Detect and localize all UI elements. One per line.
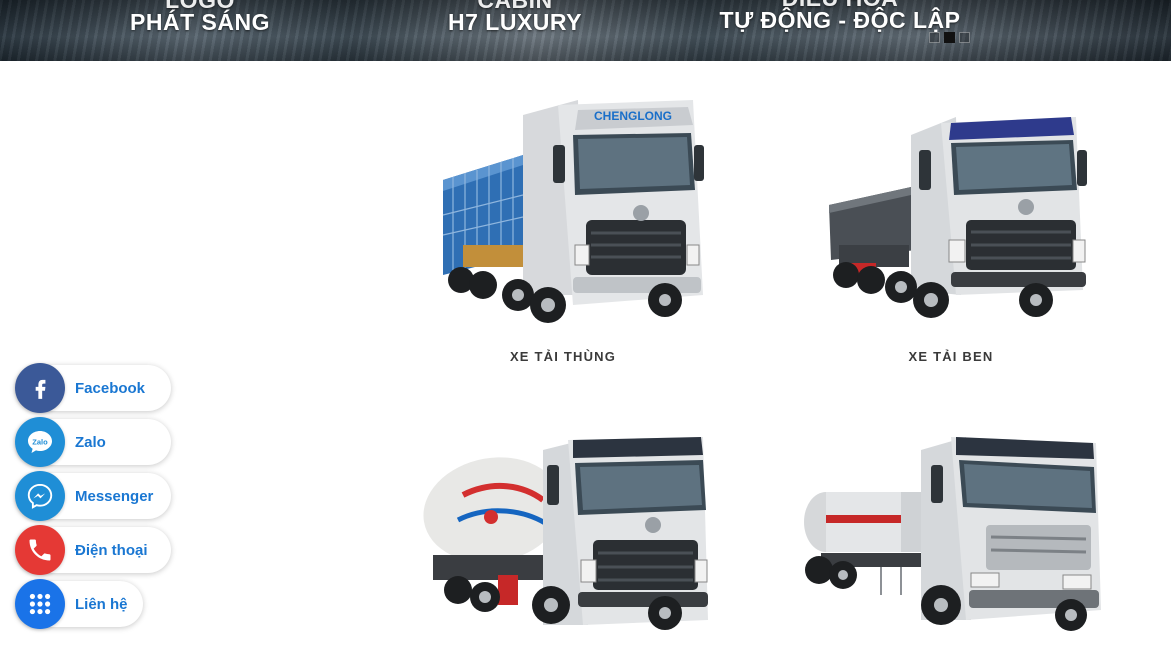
grid-menu-icon[interactable] xyxy=(15,579,65,629)
slider-dot[interactable] xyxy=(959,32,970,43)
zalo-icon[interactable]: Zalo xyxy=(15,417,65,467)
mixer-truck-image[interactable] xyxy=(403,425,723,665)
slider-dots xyxy=(929,32,970,43)
banner-caption-line1: CABIN xyxy=(477,0,553,13)
contact-info-button[interactable]: Liên hệ xyxy=(15,579,143,629)
banner-caption-cabin: CABIN H7 LUXURY xyxy=(430,0,600,36)
facebook-icon[interactable] xyxy=(15,363,65,413)
slider-dot-active[interactable] xyxy=(944,32,955,43)
messenger-icon[interactable] xyxy=(15,471,65,521)
contact-label[interactable]: Facebook xyxy=(75,380,145,397)
banner-caption-line1: ĐIỀU HÒA xyxy=(700,0,980,12)
hero-banner[interactable]: LOGO PHÁT SÁNG CABIN H7 LUXURY ĐIỀU HÒA … xyxy=(0,0,1171,61)
svg-text:Zalo: Zalo xyxy=(32,438,48,447)
banner-caption-line1: LOGO xyxy=(165,0,235,13)
cargo-truck-image[interactable]: CHENGLONG xyxy=(403,95,723,335)
contact-label[interactable]: Điện thoại xyxy=(75,542,148,559)
contact-label[interactable]: Liên hệ xyxy=(75,596,128,613)
banner-caption-aircon: ĐIỀU HÒA TỰ ĐỘNG - ĐỘC LẬP xyxy=(700,0,980,34)
product-title[interactable]: XE TẢI BEN xyxy=(791,349,1111,364)
slider-dot[interactable] xyxy=(929,32,940,43)
contact-label[interactable]: Zalo xyxy=(75,434,106,451)
contact-facebook-button[interactable]: Facebook xyxy=(15,363,171,413)
contact-zalo-button[interactable]: Zalo Zalo xyxy=(15,417,171,467)
banner-caption-logo: LOGO PHÁT SÁNG xyxy=(120,0,280,36)
contact-phone-button[interactable]: Điện thoại xyxy=(15,525,171,575)
cab-brand-text: CHENGLONG xyxy=(594,109,672,123)
tanker-truck-image[interactable] xyxy=(791,425,1111,665)
contact-label[interactable]: Messenger xyxy=(75,488,153,505)
dump-truck-image[interactable] xyxy=(791,95,1111,335)
product-title[interactable]: XE TẢI THÙNG xyxy=(403,349,723,364)
contact-messenger-button[interactable]: Messenger xyxy=(15,471,171,521)
phone-icon[interactable] xyxy=(15,525,65,575)
